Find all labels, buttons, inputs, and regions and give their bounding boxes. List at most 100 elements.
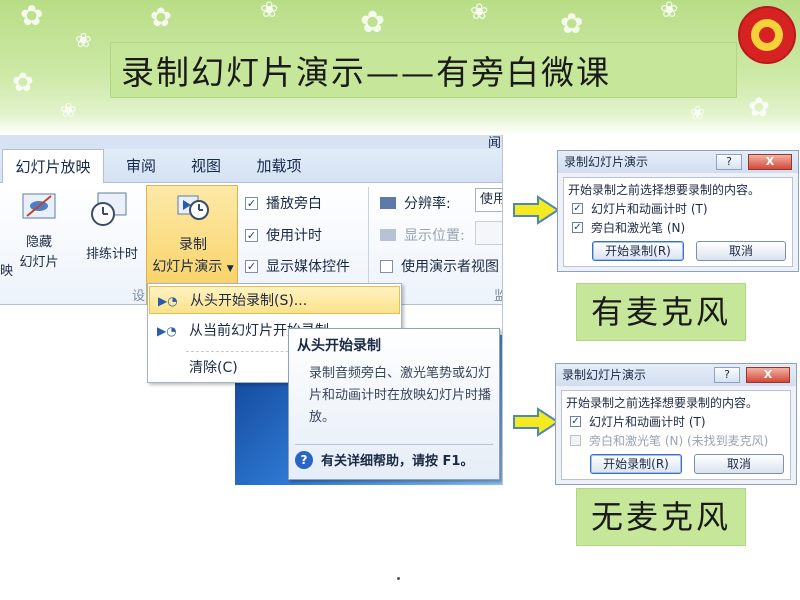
tooltip-separator <box>295 444 493 445</box>
caption-with-mic: 有麦克风 <box>576 283 746 341</box>
checkbox-checked-icon: ✓ <box>572 222 583 233</box>
show-on-label: 显示位置: <box>404 228 465 244</box>
record-from-current-icon: ▶◔ <box>157 324 177 338</box>
narration-label: 旁白和激光笔 (N) <box>591 221 686 235</box>
narration-label: 旁白和激光笔 (N) (未找到麦克风) <box>589 434 769 448</box>
logo-center <box>759 27 775 43</box>
checkbox-checked-icon: ✓ <box>245 259 258 273</box>
dialog-help-button[interactable]: ? <box>716 154 742 170</box>
show-on-control: 显示位置: <box>380 225 465 245</box>
dialog-help-button[interactable]: ? <box>714 367 740 383</box>
record-dialog-without-mic: 录制幻灯片演示 ? X 开始录制之前选择想要录制的内容。 ✓ 幻灯片和动画计时 … <box>555 363 797 485</box>
show-on-select <box>475 221 502 245</box>
record-label-row: 幻灯片演示 ▼ <box>147 256 239 276</box>
hide-slide-label-2: 幻灯片 <box>19 255 59 270</box>
arrow-right-icon <box>513 407 560 437</box>
slide-title-box: 录制幻灯片演示——有旁白微课 <box>110 42 737 98</box>
tab-view[interactable]: 视图 <box>180 149 232 183</box>
play-narration-checkbox[interactable]: ✓ 播放旁白 <box>245 193 322 213</box>
flower-decoration-icon: ❀ <box>60 98 77 122</box>
tab-review[interactable]: 审阅 <box>115 149 167 183</box>
resolution-select[interactable]: 使用 <box>475 188 502 212</box>
rehearse-timings-icon <box>90 189 128 231</box>
presenter-view-checkbox[interactable]: 使用演示者视图 <box>380 256 499 276</box>
flower-decoration-icon: ✿ <box>360 5 386 40</box>
arrow-right-icon <box>513 195 560 225</box>
timings-label: 幻灯片和动画计时 (T) <box>591 202 708 216</box>
record-from-start-icon: ▶◔ <box>158 294 178 308</box>
record-label-2: 幻灯片演示 <box>152 259 223 275</box>
menu-record-from-beginning[interactable]: ▶◔ 从头开始录制(S)... <box>149 286 400 314</box>
hide-slide-button[interactable]: 隐藏 幻灯片 <box>14 233 64 273</box>
dialog-prompt: 开始录制之前选择想要录制的内容。 <box>568 183 761 197</box>
resolution-control[interactable]: 分辨率: <box>380 193 451 213</box>
flower-decoration-icon: ✿ <box>748 93 770 123</box>
flower-decoration-icon: ✿ <box>150 3 172 33</box>
play-narration-label: 播放旁白 <box>266 196 322 212</box>
caption-without-mic: 无麦克风 <box>576 488 746 546</box>
dialog-close-button[interactable]: X <box>748 154 792 170</box>
record-tooltip: 从头开始录制 录制音频旁白、激光笔势或幻灯片和动画计时在放映幻灯片时播放。 ? … <box>288 328 500 480</box>
flower-decoration-icon: ✿ <box>20 0 44 32</box>
flower-decoration-icon: ❀ <box>260 0 279 23</box>
tab-slide-show[interactable]: 幻灯片放映 <box>2 149 104 184</box>
dialog-content: 开始录制之前选择想要录制的内容。 ✓ 幻灯片和动画计时 (T) 旁白和激光笔 (… <box>561 390 791 480</box>
dropdown-arrow-icon: ▼ <box>226 264 234 274</box>
dialog-prompt: 开始录制之前选择想要录制的内容。 <box>566 396 759 410</box>
checkbox-checked-icon: ✓ <box>570 416 581 427</box>
school-logo-icon <box>738 6 796 64</box>
cancel-button[interactable]: 取消 <box>696 241 786 261</box>
flower-decoration-icon: ❀ <box>75 28 92 52</box>
record-slide-show-icon <box>177 192 211 226</box>
flower-decoration-icon: ❀ <box>690 103 706 124</box>
rehearse-timings-button[interactable]: 排练计时 <box>78 243 146 262</box>
group-divider <box>368 187 369 297</box>
show-media-controls-checkbox[interactable]: ✓ 显示媒体控件 <box>245 256 350 276</box>
tooltip-body: 录制音频旁白、激光笔势或幻灯片和动画计时在放映幻灯片时播放。 <box>309 366 492 425</box>
start-recording-button[interactable]: 开始录制(R) <box>592 241 684 261</box>
flower-decoration-icon: ❀ <box>470 0 489 25</box>
tooltip-help-text: 有关详细帮助，请按 F1。 <box>321 454 474 469</box>
start-recording-button[interactable]: 开始录制(R) <box>590 454 682 474</box>
checkbox-empty-icon <box>570 435 581 446</box>
hide-slide-icon <box>22 191 58 225</box>
timings-checkbox[interactable]: ✓ 幻灯片和动画计时 (T) <box>570 413 706 430</box>
resolution-label: 分辨率: <box>404 196 451 212</box>
flower-decoration-icon: ❀ <box>660 0 679 23</box>
checkbox-checked-icon: ✓ <box>245 228 258 242</box>
ppt-ribbon-screenshot: 闻 幻灯片放映 审阅 视图 加载项 映 隐藏 幻灯片 排练计时 录制 幻灯片演示… <box>0 135 503 485</box>
group-label-setup: 设 <box>132 289 146 304</box>
window-frame: 闻 <box>0 135 502 151</box>
timings-checkbox[interactable]: ✓ 幻灯片和动画计时 (T) <box>572 200 708 217</box>
checkbox-checked-icon: ✓ <box>572 203 583 214</box>
cancel-button[interactable]: 取消 <box>694 454 784 474</box>
hide-slide-label-1: 隐藏 <box>25 235 52 250</box>
narration-checkbox[interactable]: ✓ 旁白和激光笔 (N) <box>572 219 685 236</box>
tooltip-help-row: ? 有关详细帮助，请按 F1。 <box>295 450 473 469</box>
use-timings-label: 使用计时 <box>266 228 322 244</box>
tab-add-ins[interactable]: 加载项 <box>245 149 313 183</box>
dialog-content: 开始录制之前选择想要录制的内容。 ✓ 幻灯片和动画计时 (T) ✓ 旁白和激光笔… <box>563 177 793 267</box>
ribbon-tab-strip: 幻灯片放映 审阅 视图 加载项 <box>0 149 502 184</box>
menu-item-label: 从头开始录制(S)... <box>190 293 308 309</box>
partial-left-text: 映 <box>0 264 14 279</box>
tooltip-title: 从头开始录制 <box>297 338 381 354</box>
help-icon: ? <box>295 450 313 469</box>
show-media-controls-label: 显示媒体控件 <box>266 259 350 275</box>
checkbox-checked-icon: ✓ <box>245 196 258 210</box>
dialog-close-button[interactable]: X <box>746 367 790 383</box>
narration-checkbox-disabled: 旁白和激光笔 (N) (未找到麦克风) <box>570 432 768 449</box>
record-label-1: 录制 <box>179 237 207 253</box>
monitor-icon <box>380 229 396 241</box>
presenter-view-label: 使用演示者视图 <box>401 259 499 275</box>
record-dialog-with-mic: 录制幻灯片演示 ? X 开始录制之前选择想要录制的内容。 ✓ 幻灯片和动画计时 … <box>557 150 799 272</box>
slide-title: 录制幻灯片演示——有旁白微课 <box>121 53 611 92</box>
group-label-monitors: 监 <box>494 285 502 304</box>
use-timings-checkbox[interactable]: ✓ 使用计时 <box>245 225 322 245</box>
timings-label: 幻灯片和动画计时 (T) <box>589 415 706 429</box>
flower-decoration-icon: ✿ <box>12 68 34 98</box>
resolution-icon <box>380 197 396 209</box>
checkbox-empty-icon <box>380 259 393 273</box>
flower-decoration-icon: ✿ <box>560 7 584 40</box>
resolution-value: 使用 <box>480 192 502 207</box>
